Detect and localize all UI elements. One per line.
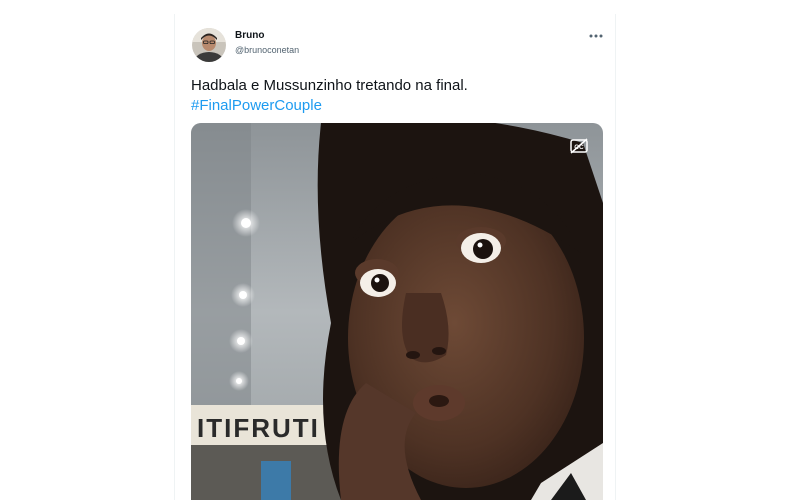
- tweet-text: Hadbala e Mussunzinho tretando na final.…: [191, 76, 601, 116]
- author-avatar[interactable]: [192, 28, 226, 62]
- ellipsis-icon: [589, 34, 603, 38]
- avatar-image: [192, 28, 226, 62]
- author-name[interactable]: Bruno: [235, 30, 264, 41]
- more-options-button[interactable]: [585, 28, 607, 44]
- tweet-media[interactable]: ITIFRUTI CC: [191, 123, 603, 500]
- captions-button[interactable]: CC: [569, 137, 589, 155]
- tweet-card: Bruno @brunoconetan Hadbala e Mussunzinh…: [174, 14, 616, 500]
- hashtag-link[interactable]: #FinalPowerCouple: [191, 96, 322, 116]
- sign-text: ITIFRUTI: [197, 413, 320, 443]
- media-image: ITIFRUTI: [191, 123, 603, 500]
- closed-captions-off-icon: CC: [570, 138, 588, 154]
- author-handle[interactable]: @brunoconetan: [235, 45, 299, 55]
- tweet-body: Hadbala e Mussunzinho tretando na final.: [191, 77, 468, 94]
